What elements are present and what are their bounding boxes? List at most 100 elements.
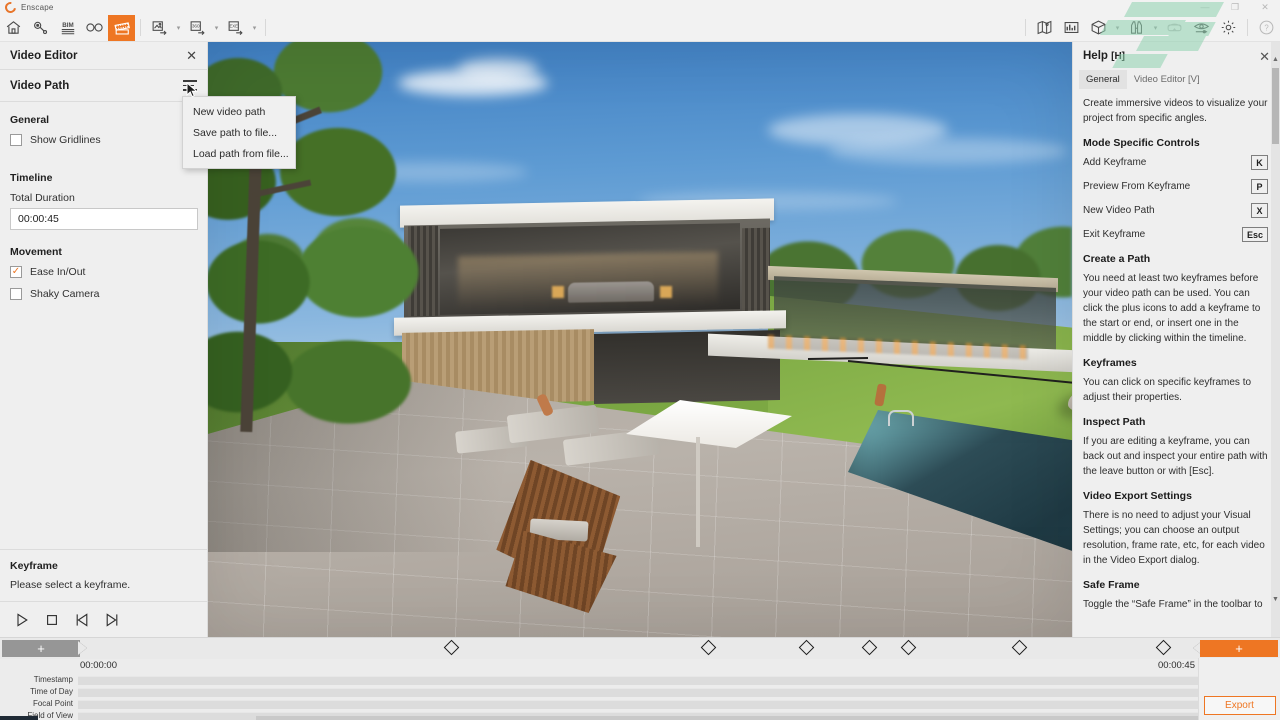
ease-in-out-label: Ease In/Out [30, 266, 86, 278]
taskbar-accent [0, 716, 38, 720]
keyframe-heading: Keyframe [10, 560, 58, 572]
menu-item-new-video-path[interactable]: New video path [183, 101, 295, 122]
shortcut-row: Exit Keyframe Esc [1083, 227, 1268, 242]
cloud [458, 58, 538, 80]
total-duration-input[interactable]: 00:00:45 [10, 208, 198, 230]
track-row[interactable]: Focal Point [0, 698, 1280, 710]
views-icon[interactable] [27, 15, 54, 41]
scrollbar-thumb[interactable] [1272, 68, 1279, 144]
stop-button[interactable] [44, 612, 60, 628]
track-bar[interactable] [78, 687, 1276, 697]
track-row[interactable]: Timestamp [0, 674, 1280, 686]
video-editor-body: General Show Gridlines Timeline Total Du… [0, 102, 207, 549]
gear-icon[interactable] [1215, 15, 1242, 41]
transport-controls [0, 601, 207, 637]
toolbar-divider [140, 19, 141, 36]
interior-lamp [660, 286, 672, 298]
export-button[interactable]: Export [1203, 696, 1276, 715]
chevron-down-icon[interactable]: ▾ [173, 15, 184, 41]
add-keyframe-end-button[interactable]: + [1200, 640, 1278, 657]
close-icon[interactable]: ✕ [1259, 50, 1270, 63]
next-keyframe-button[interactable] [104, 612, 120, 628]
chevron-down-icon[interactable]: ▾ [211, 15, 222, 41]
show-gridlines-checkbox[interactable] [10, 134, 22, 146]
show-gridlines-label: Show Gridlines [30, 134, 101, 146]
chevron-down-icon[interactable]: ▾ [249, 15, 260, 41]
headset-icon[interactable] [1161, 15, 1188, 41]
toolbar-divider [1247, 19, 1248, 36]
shortcut-key: K [1251, 155, 1268, 170]
interior-bed [568, 281, 654, 303]
chevron-down-icon[interactable]: ▾ [1150, 15, 1161, 41]
shaky-camera-checkbox[interactable] [10, 288, 22, 300]
close-button[interactable]: ✕ [1250, 0, 1280, 14]
add-keyframe-start-button[interactable]: + [2, 640, 80, 657]
keyframe-empty-text: Please select a keyframe. [10, 579, 131, 591]
help-scrollbar[interactable]: ▲ ▼ [1271, 42, 1280, 637]
close-icon[interactable]: ✕ [186, 49, 197, 62]
map-icon[interactable] [1031, 15, 1058, 41]
chart-icon[interactable] [1058, 15, 1085, 41]
scroll-down-icon[interactable]: ▼ [1271, 592, 1280, 606]
timeline-start-handle[interactable] [78, 641, 87, 655]
video-editor-icon[interactable] [108, 14, 135, 41]
track-row[interactable]: Time of Day [0, 686, 1280, 698]
previous-keyframe-button[interactable] [74, 612, 90, 628]
keyframe-marker[interactable] [798, 639, 815, 656]
tab-video-editor[interactable]: Video Editor [V] [1127, 70, 1207, 89]
shaky-camera-row[interactable]: Shaky Camera [10, 288, 197, 300]
bim-icon[interactable]: BIM [54, 15, 81, 41]
ease-in-out-row[interactable]: ✓ Ease In/Out [10, 266, 197, 278]
render-viewport[interactable] [208, 42, 1072, 637]
keyframe-marker[interactable] [443, 639, 460, 656]
image-export-icon[interactable] [146, 15, 173, 41]
help-icon[interactable]: ? [1253, 15, 1280, 41]
tab-general[interactable]: General [1079, 70, 1127, 89]
keyframe-marker[interactable] [900, 639, 917, 656]
vr-icon[interactable] [81, 15, 108, 41]
panorama-export-icon[interactable]: 360 [184, 15, 211, 41]
binocular-icon[interactable] [1123, 15, 1150, 41]
hamburger-icon[interactable] [183, 80, 197, 91]
exe-export-icon[interactable]: EXE [222, 15, 249, 41]
play-button[interactable] [14, 612, 30, 628]
track-label-timestamp: Timestamp [33, 675, 73, 684]
help-title-shortcut: [H] [1111, 51, 1126, 62]
svg-text:?: ? [1264, 23, 1269, 32]
shortcut-row: Preview From Keyframe P [1083, 179, 1268, 194]
maximize-button[interactable]: ❐ [1220, 0, 1250, 14]
eye-icon[interactable] [1188, 15, 1215, 41]
toolbar-primary-group: BIM [0, 14, 135, 41]
timeline-keyframe-bar[interactable]: + + [0, 638, 1280, 659]
keyframe-marker[interactable] [700, 639, 717, 656]
menu-item-save-path-to-file[interactable]: Save path to file... [183, 122, 295, 143]
minimize-button[interactable]: — [1190, 0, 1220, 14]
export-popover: Export [1198, 658, 1280, 720]
show-gridlines-row[interactable]: Show Gridlines [10, 134, 197, 146]
movement-heading: Movement [10, 246, 62, 258]
menu-item-load-path-from-file[interactable]: Load path from file... [183, 143, 295, 164]
keyframe-section: Keyframe Please select a keyframe. [0, 549, 207, 601]
track-bar[interactable] [78, 675, 1276, 685]
umbrella-pole [696, 437, 700, 547]
toolbar-divider [1025, 19, 1026, 36]
shortcut-label: New Video Path [1083, 204, 1155, 216]
keyframe-marker[interactable] [1155, 639, 1172, 656]
toolbar-right-group: ▾ ▾ ? [1031, 15, 1280, 41]
pool-ladder [888, 410, 914, 426]
section-body-create-a-path: You need at least two keyframes before y… [1083, 273, 1261, 344]
box-icon[interactable] [1085, 15, 1112, 41]
track-bar[interactable] [78, 699, 1276, 709]
total-duration-label: Total Duration [10, 192, 75, 204]
home-icon[interactable] [0, 15, 27, 41]
toolbar-export-group: ▾ 360 ▾ EXE ▾ [146, 15, 260, 41]
ease-in-out-checkbox[interactable]: ✓ [10, 266, 22, 278]
scroll-up-icon[interactable]: ▲ [1271, 52, 1280, 66]
keyframe-marker[interactable] [861, 639, 878, 656]
chevron-down-icon[interactable]: ▾ [1112, 15, 1123, 41]
shortcut-row: New Video Path X [1083, 203, 1268, 218]
keyframe-marker[interactable] [1011, 639, 1028, 656]
shortcut-label: Add Keyframe [1083, 156, 1147, 168]
section-body-safe-frame: Toggle the “Safe Frame” in the toolbar t… [1083, 599, 1263, 610]
